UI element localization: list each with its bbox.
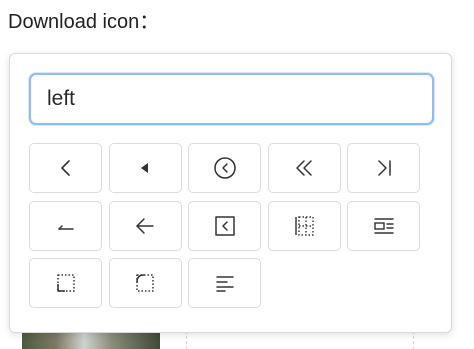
icon-option-square-chevron-left[interactable]	[188, 200, 261, 251]
caret-left-icon	[141, 163, 148, 173]
border-left-icon	[295, 215, 314, 236]
chevron-right-bar-icon	[377, 160, 391, 176]
align-left-icon	[215, 276, 234, 292]
icon-option-align-left[interactable]	[188, 258, 261, 308]
icon-option-circle-chevron-left[interactable]	[188, 143, 261, 193]
arrow-left-icon	[136, 217, 154, 234]
text-wrap-left-icon	[373, 217, 394, 234]
corner-down-left-icon	[57, 224, 74, 230]
corner-bottom-left-icon	[56, 274, 75, 292]
chevron-left-icon	[60, 160, 70, 176]
icon-option-arrow-left[interactable]	[108, 200, 182, 251]
icon-option-text-wrap-left[interactable]	[347, 200, 420, 251]
icon-search-input[interactable]	[31, 75, 432, 123]
icon-option-corner-top-left[interactable]	[108, 258, 182, 308]
icon-option-corner-down-left[interactable]	[29, 200, 102, 251]
icon-option-chevron-left[interactable]	[29, 143, 102, 193]
circle-chevron-left-icon	[213, 157, 236, 179]
icon-option-chevron-right-bar[interactable]	[347, 143, 420, 193]
corner-top-left-icon	[136, 274, 154, 292]
icon-grid	[29, 143, 429, 308]
page: Download icon：	[0, 0, 474, 349]
download-icon-label: Download icon：	[8, 11, 160, 33]
icon-option-double-chevron-left[interactable]	[267, 143, 341, 193]
icon-picker-popup	[9, 53, 452, 333]
icon-option-border-left[interactable]	[267, 200, 341, 251]
icon-option-corner-bottom-left[interactable]	[29, 258, 102, 308]
icon-search-field[interactable]	[29, 73, 434, 125]
double-chevron-left-icon	[296, 160, 312, 176]
square-chevron-left-icon	[214, 215, 235, 236]
icon-option-caret-left[interactable]	[108, 143, 182, 193]
